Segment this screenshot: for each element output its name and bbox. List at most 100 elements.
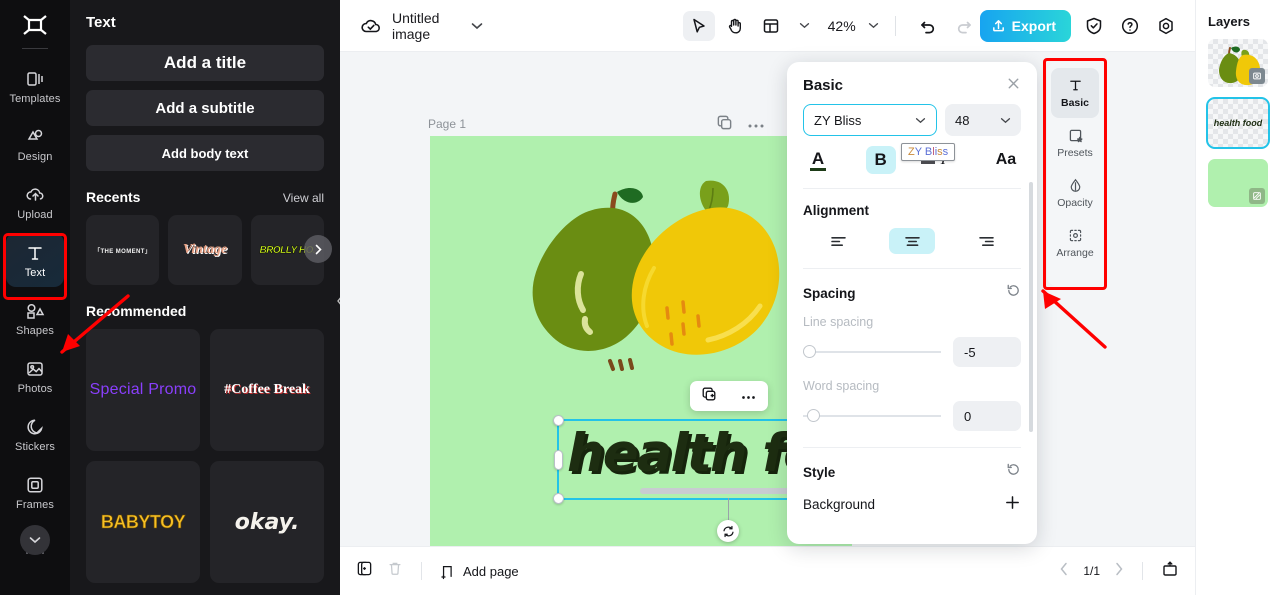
chevron-down-icon[interactable] (471, 22, 483, 30)
sidebar-item-stickers[interactable]: Stickers (6, 407, 64, 461)
align-right-button[interactable] (963, 228, 1009, 254)
list-item[interactable]: Vintage (168, 215, 242, 285)
rail-expand-button[interactable] (20, 525, 50, 555)
right-tab-strip: Basic Presets Opacity Arrange (1047, 62, 1103, 286)
font-size-select[interactable]: 48 (945, 104, 1021, 136)
align-center-button[interactable] (889, 228, 935, 254)
prev-page-button[interactable] (1059, 562, 1069, 581)
sidebar-item-label: Frames (16, 498, 54, 511)
trash-icon[interactable] (387, 560, 403, 582)
add-body-text-button[interactable]: Add body text (86, 135, 324, 171)
layer-background[interactable] (1208, 159, 1268, 207)
properties-scrollbar[interactable] (1029, 182, 1033, 432)
line-spacing-row: -5 (803, 337, 1021, 367)
list-item[interactable]: okay. (210, 461, 324, 583)
style-reset-icon[interactable] (1006, 462, 1021, 482)
duplicate-page-icon[interactable] (356, 560, 373, 582)
word-spacing-value[interactable]: 0 (953, 401, 1021, 431)
line-spacing-label: Line spacing (803, 315, 874, 329)
tab-arrange[interactable]: Arrange (1051, 218, 1099, 268)
list-item[interactable]: Special Promo (86, 329, 200, 451)
next-page-button[interactable] (1114, 562, 1124, 581)
list-item[interactable]: 「THE MOMENT」 (86, 215, 160, 285)
line-spacing-slider[interactable] (803, 345, 941, 358)
text-T-icon (1069, 80, 1081, 91)
align-left-button[interactable] (815, 228, 861, 254)
sidebar-item-label: Upload (17, 208, 53, 221)
layout-chevron-down-icon[interactable] (799, 22, 810, 29)
document-title[interactable]: Untitled image (392, 10, 463, 42)
duplicate-icon[interactable] (701, 386, 717, 407)
bottom-left-actions: Add page (356, 560, 519, 582)
page-label: Page 1 (428, 117, 467, 131)
sidebar-item-shapes[interactable]: Shapes (6, 291, 64, 345)
tab-label: Presets (1057, 147, 1093, 159)
resize-handle-top-left[interactable] (553, 415, 564, 426)
zoom-level[interactable]: 42% (828, 18, 856, 34)
tab-opacity[interactable]: Opacity (1051, 168, 1099, 218)
font-family-select[interactable]: ZY Bliss (803, 104, 937, 136)
recents-next-button[interactable] (304, 235, 332, 263)
bold-button[interactable]: B (865, 146, 896, 174)
gear-icon[interactable] (1153, 13, 1179, 39)
topbar-right-actions: Export (979, 9, 1181, 42)
layer-fruits[interactable] (1208, 39, 1268, 87)
text-style-row: A B I Aa ZY Bliss (803, 143, 1021, 174)
undo-button[interactable] (912, 11, 944, 41)
tab-label: Opacity (1057, 197, 1093, 209)
duplicate-page-icon[interactable] (716, 114, 733, 136)
hand-tool-button[interactable] (719, 11, 751, 41)
tab-basic[interactable]: Basic (1051, 68, 1099, 118)
list-item[interactable]: #Coffee Break (210, 329, 324, 451)
sidebar-item-frames[interactable]: Frames (6, 465, 64, 519)
close-icon[interactable] (1006, 76, 1021, 94)
layout-tool-button[interactable] (755, 11, 787, 41)
sidebar-item-upload[interactable]: Upload (6, 175, 64, 229)
line-spacing-value[interactable]: -5 (953, 337, 1021, 367)
question-circle-icon[interactable] (1117, 13, 1143, 39)
plus-icon[interactable] (1004, 494, 1021, 515)
tab-presets[interactable]: Presets (1051, 118, 1099, 168)
sidebar-item-photos[interactable]: Photos (6, 349, 64, 403)
tab-label: Basic (1060, 97, 1090, 109)
line-spacing-knob[interactable] (803, 345, 816, 358)
recents-heading: Recents (86, 189, 141, 205)
resize-handle-bottom-left[interactable] (553, 493, 564, 504)
background-row: Background (803, 494, 1021, 515)
capcut-logo-icon[interactable] (15, 8, 55, 42)
sidebar-item-templates[interactable]: Templates (6, 59, 64, 113)
layer-text[interactable]: health food (1206, 97, 1270, 149)
list-item[interactable]: BABYTOY (86, 461, 200, 583)
add-title-button[interactable]: Add a title (86, 45, 324, 81)
more-dots-icon[interactable] (740, 387, 757, 405)
bold-glyph: B (874, 150, 887, 169)
present-icon[interactable] (1161, 560, 1179, 583)
rotate-icon[interactable] (717, 520, 739, 542)
shield-check-icon[interactable] (1081, 13, 1107, 39)
add-subtitle-button[interactable]: Add a subtitle (86, 90, 324, 126)
word-spacing-slider[interactable] (803, 409, 941, 422)
word-spacing-knob[interactable] (807, 409, 820, 422)
select-tool-button[interactable] (682, 10, 715, 41)
letter-case-button[interactable]: Aa (991, 146, 1021, 174)
sidebar-item-design[interactable]: Design (6, 117, 64, 171)
text-color-button[interactable]: A (803, 146, 833, 174)
add-page-button[interactable]: Add page (440, 563, 519, 580)
more-dots-icon[interactable] (747, 116, 765, 134)
recents-view-all-link[interactable]: View all (283, 191, 324, 205)
export-button[interactable]: Export (979, 9, 1071, 42)
resize-handle-middle-left[interactable] (554, 449, 563, 470)
divider (803, 268, 1021, 269)
redo-button[interactable] (948, 11, 980, 41)
left-rail: Templates Design Upload Text Shapes Phot… (0, 0, 70, 595)
sidebar-item-label: Text (24, 266, 46, 279)
panel-collapse-button[interactable] (331, 278, 340, 324)
sidebar-item-label: Shapes (16, 324, 54, 337)
divider (803, 447, 1021, 448)
zoom-chevron-down-icon[interactable] (868, 22, 879, 29)
sidebar-item-text[interactable]: Text (6, 233, 64, 287)
bottom-divider (1142, 562, 1143, 580)
spacing-reset-icon[interactable] (1006, 283, 1021, 303)
bottom-right-actions: 1/1 (1059, 560, 1179, 583)
bottom-toolbar: Add page 1/1 (340, 546, 1195, 595)
